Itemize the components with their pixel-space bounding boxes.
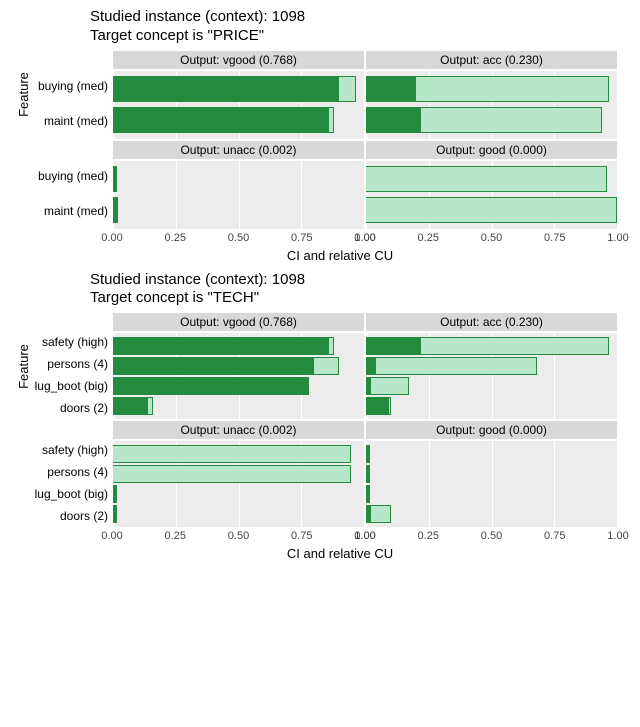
- facet-strip: Output: vgood (0.768): [112, 312, 365, 332]
- y-axis-label: Feature: [16, 72, 31, 117]
- facet-panel-acc: [365, 70, 618, 140]
- y-tick-labels: buying (med) maint (med): [34, 50, 112, 140]
- facet-strip: Output: good (0.000): [365, 140, 618, 160]
- facet-panel-good: [365, 440, 618, 528]
- chart-tech: Studied instance (context): 1098 Target …: [12, 271, 618, 562]
- y-tick-labels: safety (high) persons (4) lug_boot (big)…: [34, 312, 112, 420]
- facet-strip: Output: good (0.000): [365, 420, 618, 440]
- facet-panel-unacc: [112, 160, 365, 230]
- x-axis-ticks: 0.00 0.25 0.50 0.75 1.00 0.00 0.25 0.50 …: [12, 232, 618, 246]
- chart-title-tech: Studied instance (context): 1098 Target …: [90, 271, 618, 309]
- facet-strip: Output: vgood (0.768): [112, 50, 365, 70]
- facet-strip: Output: unacc (0.002): [112, 140, 365, 160]
- chart-price: Studied instance (context): 1098 Target …: [12, 8, 618, 263]
- facet-strip: Output: acc (0.230): [365, 50, 618, 70]
- facet-panel-unacc: [112, 440, 365, 528]
- facet-panel-good: [365, 160, 618, 230]
- chart-title-price: Studied instance (context): 1098 Target …: [90, 8, 618, 46]
- facet-strip: Output: unacc (0.002): [112, 420, 365, 440]
- facet-panel-vgood: [112, 70, 365, 140]
- y-axis-label: Feature: [16, 344, 31, 389]
- facet-panel-acc: [365, 332, 618, 420]
- y-tick-labels: buying (med) maint (med): [34, 140, 112, 230]
- facet-panel-vgood: [112, 332, 365, 420]
- x-axis-ticks: 0.00 0.25 0.50 0.75 1.00 0.00 0.25 0.50 …: [12, 530, 618, 544]
- y-tick-labels: safety (high) persons (4) lug_boot (big)…: [34, 420, 112, 528]
- x-axis-label: CI and relative CU: [62, 546, 618, 561]
- x-axis-label: CI and relative CU: [62, 248, 618, 263]
- facet-strip: Output: acc (0.230): [365, 312, 618, 332]
